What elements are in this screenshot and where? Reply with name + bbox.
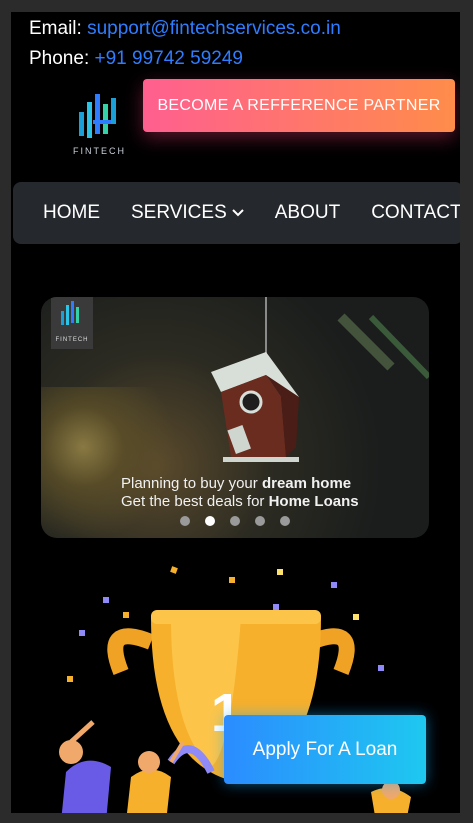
slider-dot[interactable]	[180, 516, 190, 526]
chevron-down-icon	[232, 209, 244, 217]
slider-dots	[180, 516, 290, 526]
caption-line2-bold: Home Loans	[268, 493, 359, 510]
nav-label: CONTACT	[371, 202, 460, 223]
email-link[interactable]: support@fintechservices.co.in	[87, 18, 341, 39]
nav-item-about[interactable]: ABOUT	[275, 202, 340, 224]
slider-dot-active[interactable]	[205, 516, 215, 526]
caption-line2-prefix: Get the best deals for	[121, 493, 269, 510]
caption-line1-prefix: Planning to buy your	[121, 475, 262, 492]
slider-dot[interactable]	[255, 516, 265, 526]
slide-caption: Planning to buy your dream home Get the …	[121, 475, 359, 511]
nav-label: SERVICES	[131, 202, 227, 223]
slide-logo-text: FINTECH	[55, 337, 89, 343]
email-label: Email:	[29, 18, 82, 39]
main-nav: HOME SERVICES ABOUT CONTACT	[13, 182, 460, 244]
slider-dot[interactable]	[280, 516, 290, 526]
apply-for-loan-button[interactable]: Apply For A Loan	[224, 715, 426, 784]
email-line: Email: support@fintechservices.co.in	[29, 17, 341, 41]
phone-line: Phone: +91 99742 59249	[29, 47, 243, 71]
phone-link[interactable]: +91 99742 59249	[95, 48, 243, 69]
become-reference-partner-button[interactable]: BECOME A REFFERENCE PARTNER	[143, 79, 455, 132]
nav-label: HOME	[43, 202, 100, 223]
nav-item-contact[interactable]: CONTACT	[371, 202, 460, 224]
hero-slider[interactable]: FINTECH Planning to buy your dream home …	[41, 297, 429, 538]
caption-line1-bold: dream home	[261, 475, 352, 492]
page-frame: Email: support@fintechservices.co.in Pho…	[11, 12, 460, 813]
nav-item-home[interactable]: HOME	[43, 202, 100, 224]
nav-label: ABOUT	[274, 202, 341, 223]
logo-text: FINTECH	[73, 146, 126, 156]
fintech-logo-icon[interactable]	[71, 90, 131, 168]
slider-dot[interactable]	[230, 516, 240, 526]
slide-logo-icon: FINTECH	[51, 297, 93, 349]
phone-label: Phone:	[29, 48, 90, 69]
nav-item-services[interactable]: SERVICES	[131, 202, 244, 224]
